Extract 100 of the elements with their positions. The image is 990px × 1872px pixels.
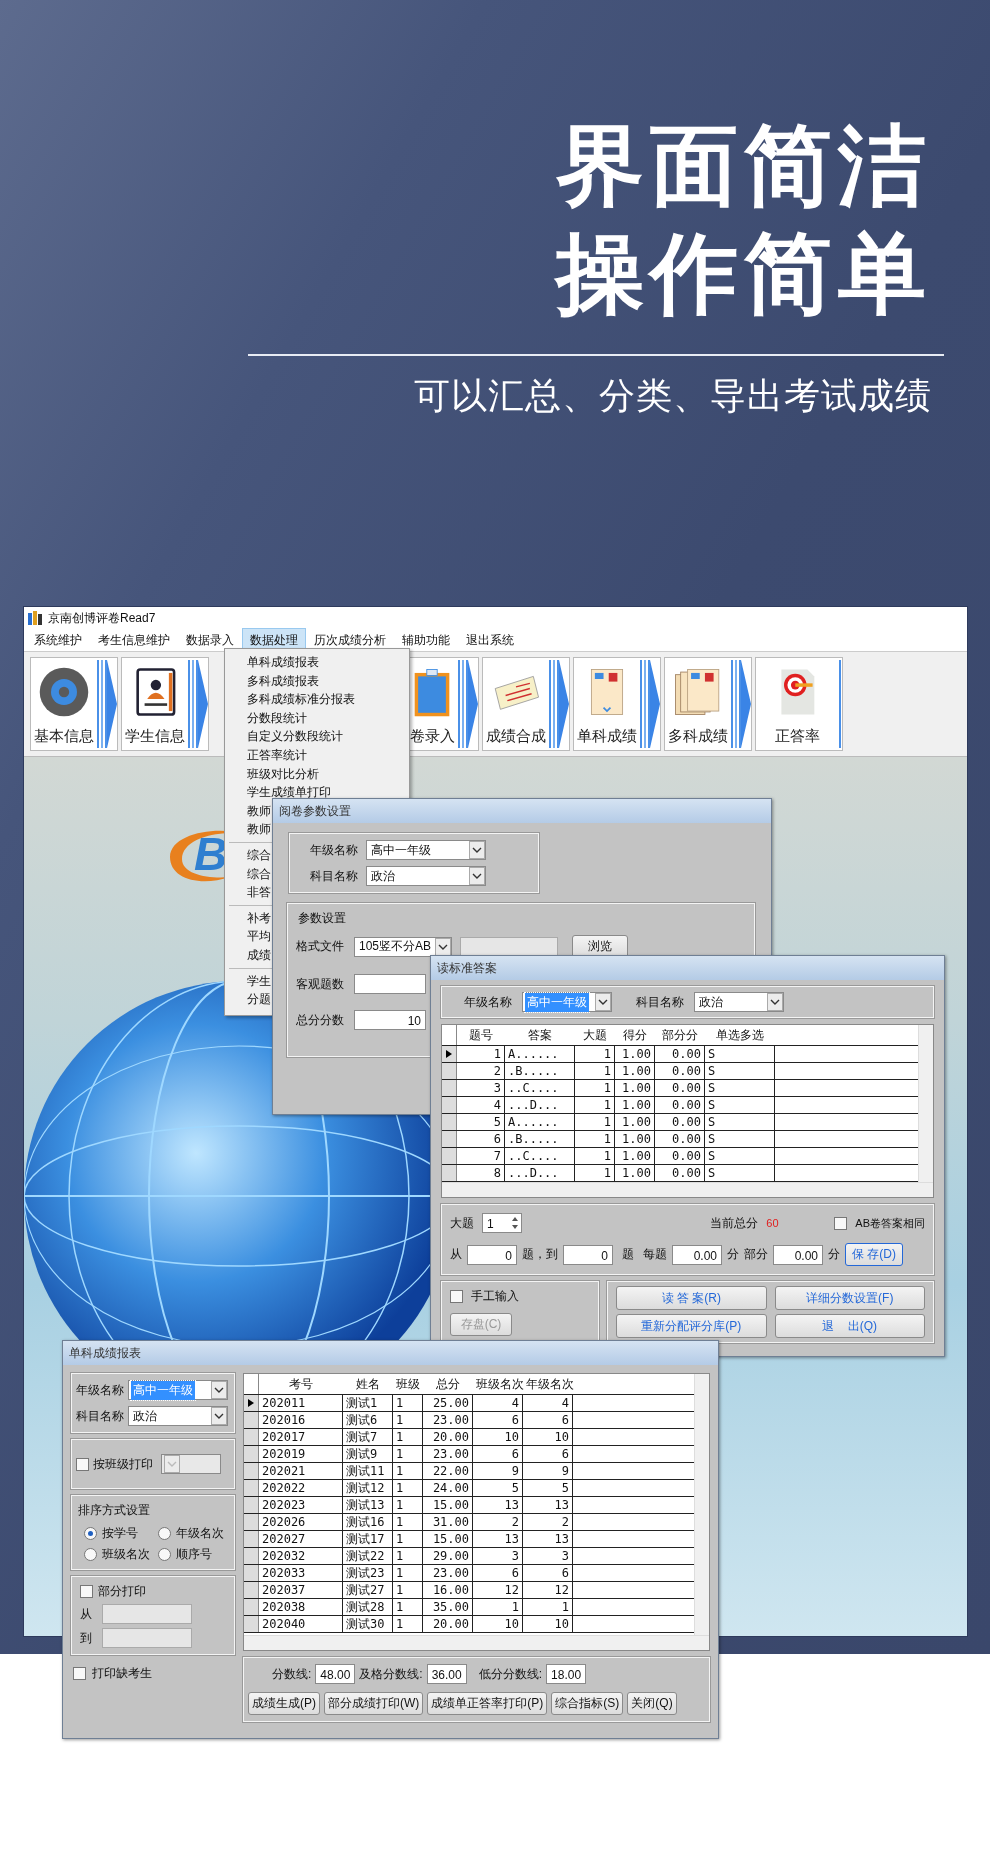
toolbar-button[interactable]: 成绩合成: [482, 657, 570, 751]
checkbox[interactable]: [80, 1585, 93, 1598]
toolbar-button[interactable]: 单科成绩: [573, 657, 661, 751]
table-cell: 6: [473, 1412, 523, 1428]
table-cell: 测试16: [343, 1514, 393, 1530]
dialog-button[interactable]: 关闭(Q): [627, 1692, 677, 1715]
input-field[interactable]: [460, 936, 558, 957]
radio-button[interactable]: [84, 1548, 97, 1561]
menu-item[interactable]: 考生信息维护: [90, 627, 178, 653]
radio-button[interactable]: [84, 1527, 97, 1540]
column-header[interactable]: 年级名次: [523, 1374, 573, 1394]
field-label: 到: [80, 1629, 93, 1647]
dropdown[interactable]: 政治: [694, 992, 784, 1012]
menu-item[interactable]: 系统维护: [26, 627, 90, 653]
scrollbar[interactable]: [918, 1025, 933, 1182]
input-field[interactable]: 0: [467, 1244, 517, 1265]
caret-icon[interactable]: [435, 937, 451, 956]
dialog-button[interactable]: 成绩单正答率打印(P): [427, 1692, 548, 1715]
radio-button[interactable]: [158, 1548, 171, 1561]
column-header[interactable]: 大题: [575, 1025, 615, 1045]
input-field[interactable]: 0.00: [672, 1244, 722, 1265]
column-header[interactable]: 得分: [615, 1025, 655, 1045]
menu-item[interactable]: 数据录入: [178, 627, 242, 653]
input-field[interactable]: 0: [563, 1244, 613, 1265]
column-header[interactable]: 总分: [423, 1374, 473, 1394]
table-cell: 1.00: [615, 1148, 655, 1164]
field-label: 分数线:: [272, 1665, 312, 1683]
dialog-button[interactable]: 重新分配评分库(P): [616, 1314, 767, 1338]
table-cell: 1: [393, 1412, 423, 1428]
field-label: 年级名称: [309, 841, 358, 859]
dialog-button[interactable]: 成绩生成(P): [248, 1692, 320, 1715]
checkbox[interactable]: [834, 1216, 848, 1230]
row-header[interactable]: [244, 1395, 259, 1411]
menu-item[interactable]: 退出系统: [458, 627, 522, 653]
checkbox[interactable]: [76, 1457, 89, 1471]
scrollbar[interactable]: [442, 1182, 933, 1197]
input-field[interactable]: [102, 1604, 192, 1624]
scrollbar[interactable]: [244, 1635, 709, 1650]
table-cell: 1: [575, 1097, 615, 1113]
row-header[interactable]: [442, 1046, 457, 1062]
table-cell: 1: [575, 1080, 615, 1096]
caret-icon[interactable]: [767, 993, 783, 1011]
toolbar-button[interactable]: 学生信息: [121, 657, 209, 751]
table-cell: 1: [393, 1616, 423, 1632]
table-cell: .B.....: [505, 1063, 575, 1079]
checkbox-label: 手工输入: [471, 1288, 519, 1305]
column-header[interactable]: 姓名: [343, 1374, 393, 1394]
table-cell: 4: [473, 1395, 523, 1411]
input-field[interactable]: [354, 974, 426, 994]
caret-icon[interactable]: [211, 1407, 227, 1425]
save-button[interactable]: 保 存(D): [845, 1243, 903, 1266]
radio-button[interactable]: [158, 1527, 171, 1540]
toolbar-button[interactable]: 基本信息: [30, 657, 118, 751]
dropdown[interactable]: 政治: [128, 1406, 228, 1426]
table-cell: 1.00: [615, 1097, 655, 1113]
table-cell: 10: [473, 1429, 523, 1445]
checkbox[interactable]: [73, 1667, 86, 1680]
caret-icon[interactable]: [469, 867, 485, 885]
input-field[interactable]: 10: [354, 1010, 426, 1030]
column-header[interactable]: 班级名次: [473, 1374, 523, 1394]
column-header[interactable]: 答案: [505, 1025, 575, 1045]
row-pointer-icon: [446, 1050, 452, 1058]
dialog-button[interactable]: 详细分数设置(F): [774, 1286, 925, 1310]
dropdown[interactable]: 高中一年级: [366, 840, 486, 860]
column-header[interactable]: 单选多选: [705, 1025, 775, 1045]
table-cell: 测试30: [343, 1616, 393, 1632]
dropdown[interactable]: 政治: [366, 866, 486, 886]
scrollbar[interactable]: [694, 1374, 709, 1635]
dialog-button[interactable]: 读 答 案(R): [616, 1286, 767, 1310]
toolbar-button[interactable]: 正答率: [755, 657, 843, 751]
input-field[interactable]: 18.00: [546, 1664, 587, 1684]
column-header[interactable]: 题号: [457, 1025, 505, 1045]
app-icon: [28, 611, 42, 625]
menu-item[interactable]: 辅助功能: [394, 627, 458, 653]
dropdown[interactable]: 105竖不分AB: [354, 936, 452, 957]
caret-icon[interactable]: [211, 1381, 227, 1399]
table-cell: 202023: [259, 1497, 343, 1513]
caret-icon[interactable]: [469, 841, 485, 859]
dialog-button[interactable]: 综合指标(S): [551, 1692, 624, 1715]
input-field[interactable]: 0.00: [773, 1244, 823, 1265]
menu-item[interactable]: 学生成绩单打印: [225, 783, 409, 802]
table-cell: 测试9: [343, 1446, 393, 1462]
dialog-button[interactable]: 退 出(Q): [774, 1314, 925, 1338]
caret-icon[interactable]: [595, 993, 611, 1011]
input-field[interactable]: 36.00: [426, 1664, 467, 1684]
table-cell: 1: [575, 1131, 615, 1147]
table-cell: 测试23: [343, 1565, 393, 1581]
table-cell: A......: [505, 1114, 575, 1130]
checkbox[interactable]: [450, 1290, 463, 1303]
dialog-button[interactable]: 部分成绩打印(W): [324, 1692, 424, 1715]
column-header[interactable]: 班级: [393, 1374, 423, 1394]
column-header[interactable]: 部分分: [655, 1025, 705, 1045]
toolbar-button[interactable]: 多科成绩: [664, 657, 752, 751]
table-cell: 202017: [259, 1429, 343, 1445]
input-field[interactable]: [102, 1628, 192, 1648]
input-field[interactable]: 48.00: [315, 1664, 356, 1684]
spin-field[interactable]: 1: [482, 1213, 522, 1233]
menu-item[interactable]: 班级对比分析: [225, 764, 409, 784]
column-header[interactable]: 考号: [259, 1374, 343, 1394]
table-cell: 1: [575, 1063, 615, 1079]
